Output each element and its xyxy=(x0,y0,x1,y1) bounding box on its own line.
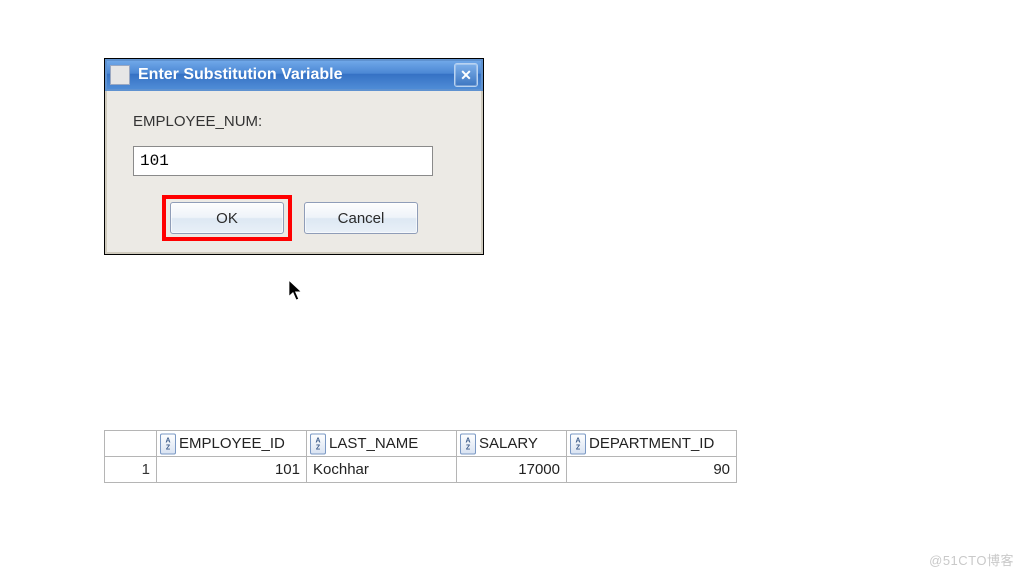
ok-button[interactable]: OK xyxy=(170,202,284,234)
sort-icon: AZ xyxy=(310,433,326,454)
dialog-button-row: OK Cancel xyxy=(133,202,455,234)
column-label: SALARY xyxy=(479,435,538,452)
cell-salary: 17000 xyxy=(457,457,567,483)
column-header-department-id[interactable]: AZ DEPARTMENT_ID xyxy=(567,431,737,457)
cell-last-name: Kochhar xyxy=(307,457,457,483)
sort-icon: AZ xyxy=(570,433,586,454)
dialog-titlebar[interactable]: Enter Substitution Variable ✕ xyxy=(105,59,483,91)
cursor-icon xyxy=(288,279,306,303)
column-header-employee-id[interactable]: AZ EMPLOYEE_ID xyxy=(157,431,307,457)
cell-employee-id: 101 xyxy=(157,457,307,483)
substitution-dialog: Enter Substitution Variable ✕ EMPLOYEE_N… xyxy=(104,58,484,255)
sort-icon: AZ xyxy=(160,433,176,454)
cell-department-id: 90 xyxy=(567,457,737,483)
query-result-table: AZ EMPLOYEE_ID AZ LAST_NAME AZ SALARY AZ… xyxy=(104,430,737,483)
window-icon xyxy=(110,65,130,85)
sort-icon: AZ xyxy=(460,433,476,454)
rownum-header xyxy=(105,431,157,457)
table-row[interactable]: 1 101 Kochhar 17000 90 xyxy=(105,457,737,483)
close-icon[interactable]: ✕ xyxy=(454,63,478,87)
employee-num-input[interactable] xyxy=(133,146,433,176)
dialog-title: Enter Substitution Variable xyxy=(138,66,454,84)
field-label: EMPLOYEE_NUM: xyxy=(133,113,455,130)
dialog-body: EMPLOYEE_NUM: OK Cancel xyxy=(105,91,483,254)
column-header-last-name[interactable]: AZ LAST_NAME xyxy=(307,431,457,457)
cancel-button[interactable]: Cancel xyxy=(304,202,418,234)
watermark: @51CTO博客 xyxy=(929,550,1014,569)
column-label: LAST_NAME xyxy=(329,435,418,452)
table-header-row: AZ EMPLOYEE_ID AZ LAST_NAME AZ SALARY AZ… xyxy=(105,431,737,457)
column-label: EMPLOYEE_ID xyxy=(179,435,285,452)
row-number: 1 xyxy=(105,457,157,483)
column-label: DEPARTMENT_ID xyxy=(589,435,714,452)
ok-highlight-box: OK xyxy=(162,195,292,241)
column-header-salary[interactable]: AZ SALARY xyxy=(457,431,567,457)
